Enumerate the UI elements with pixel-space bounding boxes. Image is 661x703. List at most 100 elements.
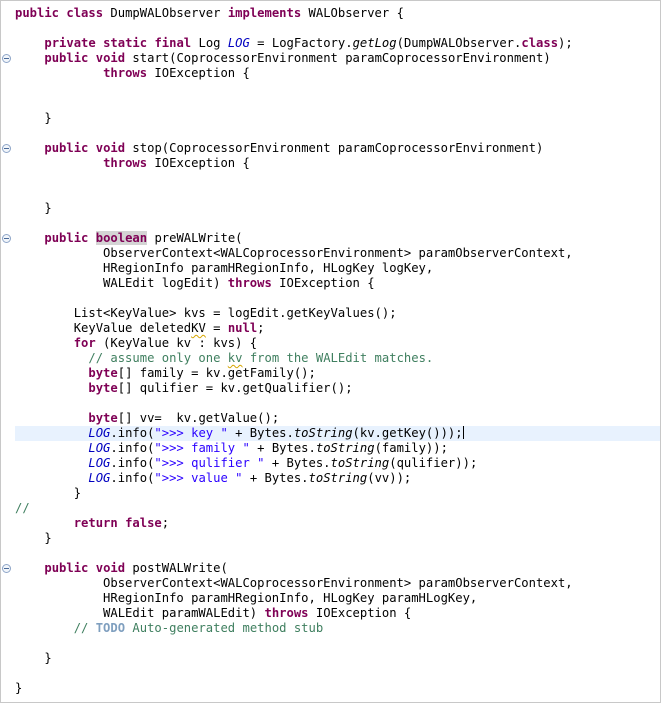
code-token: List<KeyValue> kvs = logEdit.getKeyValue… (15, 306, 397, 320)
code-token: public (15, 6, 60, 20)
code-line[interactable]: public void postWALWrite( (15, 561, 660, 576)
code-line[interactable]: public class DumpWALObserver implements … (15, 6, 660, 21)
code-token: [] vv= kv.getValue(); (117, 411, 280, 425)
code-line[interactable]: public void start(CoprocessorEnvironment… (15, 51, 660, 66)
code-token: .info( (110, 456, 155, 470)
code-line[interactable] (15, 126, 660, 141)
code-line[interactable]: } (15, 201, 660, 216)
code-token: boolean (95, 231, 148, 245)
code-line[interactable]: LOG.info(">>> value " + Bytes.toString(v… (15, 471, 660, 486)
code-line[interactable]: } (15, 651, 660, 666)
code-line[interactable]: throws IOException { (15, 156, 660, 171)
code-token: LOG (88, 456, 111, 470)
code-token: kv (227, 351, 243, 365)
code-line[interactable]: HRegionInfo paramHRegionInfo, HLogKey pa… (15, 591, 660, 606)
code-token: (KeyValue kv : kvs) { (95, 336, 258, 350)
code-line[interactable]: for (KeyValue kv : kvs) { (15, 336, 660, 351)
code-line[interactable]: return false; (15, 516, 660, 531)
fold-collapse-icon[interactable] (2, 144, 11, 153)
code-line[interactable]: byte[] family = kv.getFamily(); (15, 366, 660, 381)
code-token: false (125, 516, 162, 530)
code-line[interactable] (15, 21, 660, 36)
code-line[interactable]: ObserverContext<WALCoprocessorEnvironmen… (15, 576, 660, 591)
code-token: (family)); (374, 441, 448, 455)
fold-collapse-icon[interactable] (2, 54, 11, 63)
code-line[interactable]: WALEdit paramWALEdit) throws IOException… (15, 606, 660, 621)
code-line[interactable]: // (15, 501, 660, 516)
code-token: ; (257, 321, 265, 335)
code-token: = LogFactory. (249, 36, 353, 50)
code-token: .info( (110, 441, 155, 455)
editor-gutter (1, 1, 14, 702)
code-token: class (66, 6, 104, 20)
code-token: void (95, 141, 126, 155)
code-token: // (15, 501, 30, 515)
code-token: KV (191, 321, 206, 335)
code-line[interactable]: LOG.info(">>> key " + Bytes.toString(kv.… (15, 426, 660, 441)
code-line[interactable]: } (15, 111, 660, 126)
code-line[interactable] (15, 81, 660, 96)
code-line[interactable]: } (15, 531, 660, 546)
code-line[interactable]: private static final Log LOG = LogFactor… (15, 36, 660, 51)
code-line[interactable]: byte[] vv= kv.getValue(); (15, 411, 660, 426)
code-token: return (73, 516, 118, 530)
code-line[interactable] (15, 546, 660, 561)
code-token: } (15, 486, 82, 500)
code-line[interactable]: public boolean preWALWrite( (15, 231, 660, 246)
code-line[interactable] (15, 171, 660, 186)
code-token: + Bytes. (264, 456, 331, 470)
code-token: ">>> value " (154, 471, 243, 485)
code-token: IOException { (147, 156, 250, 170)
fold-collapse-icon[interactable] (2, 564, 11, 573)
code-token: toString (308, 471, 368, 485)
code-token: // assume only one (88, 351, 228, 365)
code-line[interactable]: LOG.info(">>> qulifier " + Bytes.toStrin… (15, 456, 660, 471)
code-line[interactable] (15, 186, 660, 201)
code-line[interactable]: HRegionInfo paramHRegionInfo, HLogKey lo… (15, 261, 660, 276)
code-line[interactable]: public void stop(CoprocessorEnvironment … (15, 141, 660, 156)
code-line[interactable]: ObserverContext<WALCoprocessorEnvironmen… (15, 246, 660, 261)
code-token: for (73, 336, 96, 350)
code-token: postWALWrite( (125, 561, 228, 575)
code-line[interactable]: LOG.info(">>> family " + Bytes.toString(… (15, 441, 660, 456)
code-line[interactable] (15, 666, 660, 681)
code-line[interactable]: KeyValue deletedKV = null; (15, 321, 660, 336)
code-line[interactable]: // assume only one kv from the WALEdit m… (15, 351, 660, 366)
code-line[interactable]: } (15, 486, 660, 501)
code-line[interactable] (15, 216, 660, 231)
code-token: void (95, 51, 126, 65)
code-line[interactable] (15, 636, 660, 651)
code-token: ObserverContext<WALCoprocessorEnvironmen… (15, 246, 573, 260)
code-token: throws (264, 606, 309, 620)
code-token: // (73, 621, 96, 635)
code-line[interactable]: throws IOException { (15, 66, 660, 81)
code-token: ">>> key " (154, 426, 228, 440)
code-token: byte (88, 366, 118, 380)
code-token: Auto-generated method stub (125, 621, 324, 635)
code-line[interactable] (15, 396, 660, 411)
code-token: .info( (110, 471, 155, 485)
fold-collapse-icon[interactable] (2, 234, 11, 243)
code-line[interactable]: byte[] qulifier = kv.getQualifier(); (15, 381, 660, 396)
code-token: toString (330, 456, 390, 470)
code-line[interactable] (15, 96, 660, 111)
code-editor[interactable]: public class DumpWALObserver implements … (0, 0, 661, 703)
code-line[interactable]: WALEdit logEdit) throws IOException { (15, 276, 660, 291)
code-token: start(CoprocessorEnvironment paramCoproc… (125, 51, 551, 65)
code-token: Log (191, 36, 228, 50)
code-line[interactable] (15, 291, 660, 306)
code-line[interactable]: List<KeyValue> kvs = logEdit.getKeyValue… (15, 306, 660, 321)
code-line[interactable]: } (15, 681, 660, 696)
code-line[interactable]: // TODO Auto-generated method stub (15, 621, 660, 636)
